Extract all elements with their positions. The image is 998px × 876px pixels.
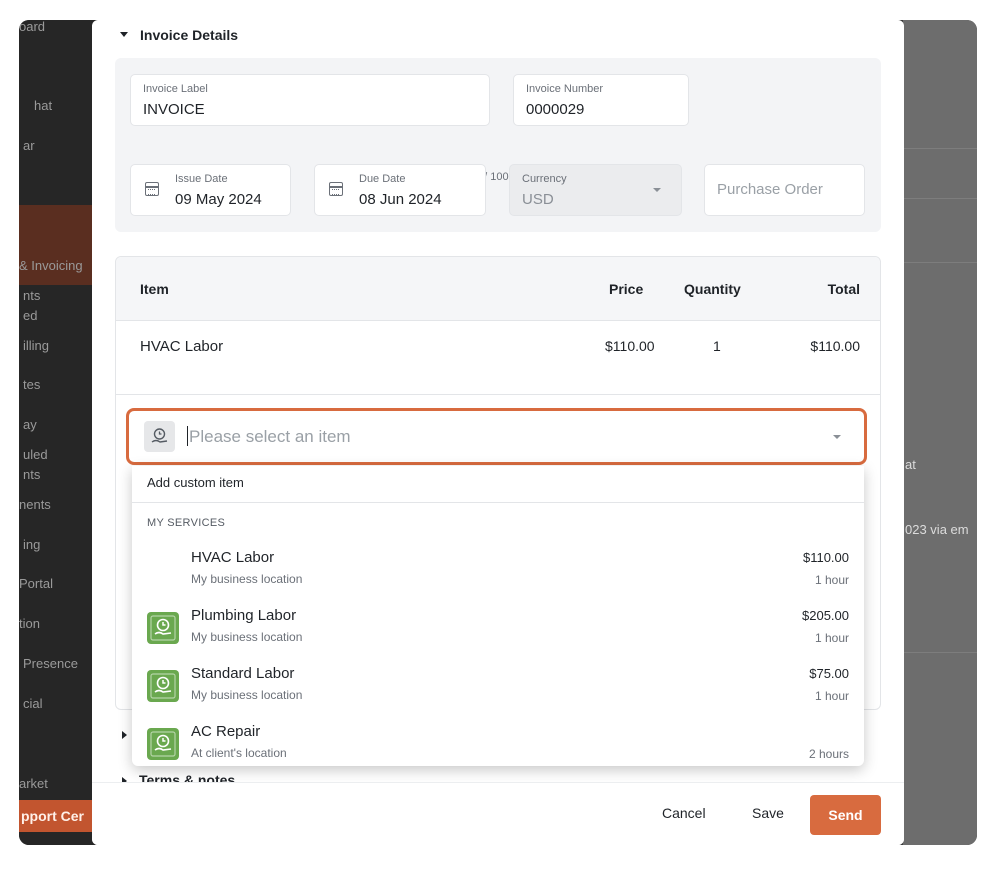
item-select-input[interactable]: Please select an item	[126, 408, 867, 465]
option-name: Standard Labor	[191, 665, 295, 682]
item-total: $110.00	[810, 338, 860, 354]
chevron-down-icon[interactable]	[833, 435, 841, 439]
caret-down-icon	[120, 31, 128, 37]
invoice-number-field[interactable]: Invoice Number 0000029	[513, 74, 689, 126]
send-button[interactable]: Send	[810, 795, 881, 835]
option-name: Plumbing Labor	[191, 607, 297, 624]
item-price: $110.00	[605, 338, 655, 354]
item-quantity: 1	[713, 338, 721, 354]
background-sidebar-item: ay	[23, 417, 37, 432]
service-option[interactable]: Standard Labor My business location $75.…	[132, 662, 864, 720]
option-price: $75.00	[809, 666, 849, 681]
background-divider	[903, 148, 977, 149]
due-date-field[interactable]: Due Date 08 Jun 2024	[314, 164, 486, 216]
service-icon	[147, 728, 179, 760]
caret-right-icon	[122, 731, 127, 739]
currency-select[interactable]: Currency USD	[509, 164, 682, 216]
background-divider	[903, 652, 977, 653]
service-option[interactable]: Plumbing Labor My business location $205…	[132, 604, 864, 662]
invoice-modal: Invoice Details Invoice Label INVOICE 7 …	[92, 20, 904, 845]
background-divider	[903, 262, 977, 263]
option-location: My business location	[191, 688, 303, 702]
background-sidebar-item: arket	[19, 776, 48, 791]
option-duration: 1 hour	[814, 631, 849, 645]
field-value: 0000029	[526, 101, 585, 118]
section-title: Invoice Details	[140, 27, 239, 43]
column-header-quantity: Quantity	[684, 281, 741, 297]
purchase-order-input[interactable]: Purchase Order	[704, 164, 865, 216]
calendar-icon	[329, 182, 343, 196]
background-sidebar-item: nts	[23, 288, 41, 303]
table-row[interactable]: HVAC Labor $110.00 1 $110.00	[116, 321, 880, 395]
issue-date-field[interactable]: Issue Date 09 May 2024	[130, 164, 291, 216]
field-value: 08 Jun 2024	[359, 191, 442, 208]
text-cursor	[187, 426, 188, 446]
chevron-down-icon	[653, 188, 661, 192]
option-name: AC Repair	[191, 723, 261, 740]
background-right-panel: at 023 via em	[903, 20, 977, 845]
option-location: My business location	[191, 572, 303, 586]
option-location: My business location	[191, 630, 303, 644]
background-sidebar-item: Portal	[19, 576, 53, 591]
item-dropdown-menu: Add custom item MY SERVICES HVAC Labor M…	[132, 466, 864, 766]
field-value: INVOICE	[143, 101, 205, 118]
item-name: HVAC Labor	[140, 338, 224, 355]
group-label: MY SERVICES	[147, 517, 226, 529]
background-sidebar-item: tes	[23, 377, 41, 392]
service-icon	[147, 670, 179, 702]
invoice-label-field[interactable]: Invoice Label INVOICE	[130, 74, 490, 126]
save-button[interactable]: Save	[752, 805, 784, 821]
background-sidebar-item: oard	[19, 20, 46, 34]
field-value: 09 May 2024	[175, 191, 262, 208]
field-label: Currency	[522, 173, 567, 185]
background-sidebar-item: cial	[23, 696, 43, 711]
field-label: Invoice Number	[526, 83, 604, 95]
background-sidebar-item: hat	[34, 98, 53, 113]
background-sidebar-item: uled	[23, 447, 48, 462]
option-price: $205.00	[802, 608, 849, 623]
column-header-price: Price	[609, 281, 644, 297]
background-sidebar-item: illing	[23, 338, 50, 353]
calendar-icon	[145, 182, 159, 196]
add-custom-item-option[interactable]: Add custom item	[132, 466, 864, 503]
background-sidebar-item: & Invoicing	[19, 258, 83, 273]
option-duration: 1 hour	[814, 573, 849, 587]
field-label: Due Date	[359, 173, 406, 185]
background-text: 023 via em	[905, 522, 969, 537]
modal-footer: Cancel Save Send	[92, 782, 904, 845]
invoice-details-panel: Invoice Label INVOICE 7 / 100 Invoice Nu…	[115, 58, 881, 232]
field-label: Invoice Label	[143, 83, 208, 95]
background-text: at	[905, 457, 916, 472]
background-sidebar-item: tion	[19, 616, 40, 631]
field-label: Issue Date	[175, 173, 228, 185]
select-placeholder: Please select an item	[189, 427, 351, 446]
option-location: At client's location	[191, 746, 287, 760]
field-placeholder: Purchase Order	[717, 181, 823, 198]
column-header-item: Item	[140, 281, 169, 297]
background-sidebar-item: Presence	[23, 656, 78, 671]
table-header: Item Price Quantity Total	[116, 257, 880, 321]
background-sidebar-item: nents	[19, 497, 51, 512]
collapsed-section-toggle[interactable]	[122, 726, 127, 742]
background-divider	[903, 198, 977, 199]
field-value: USD	[522, 191, 554, 208]
invoice-details-toggle[interactable]: Invoice Details	[120, 27, 238, 43]
column-header-total: Total	[827, 281, 860, 297]
option-price: $110.00	[802, 550, 849, 565]
cancel-button[interactable]: Cancel	[662, 805, 706, 821]
background-sidebar-item: ed	[23, 308, 38, 323]
background-sidebar-item: nts	[23, 467, 41, 482]
option-name: HVAC Labor	[191, 549, 275, 566]
background-sidebar-item: ar	[23, 138, 35, 153]
option-duration: 2 hours	[808, 747, 849, 761]
service-option[interactable]: HVAC Labor My business location $110.00 …	[132, 546, 864, 604]
option-duration: 1 hour	[814, 689, 849, 703]
background-sidebar-item: ing	[23, 537, 41, 552]
service-icon	[144, 421, 175, 452]
service-icon	[147, 612, 179, 644]
option-label: Add custom item	[147, 475, 244, 490]
service-option[interactable]: AC Repair At client's location 2 hours	[132, 720, 864, 766]
